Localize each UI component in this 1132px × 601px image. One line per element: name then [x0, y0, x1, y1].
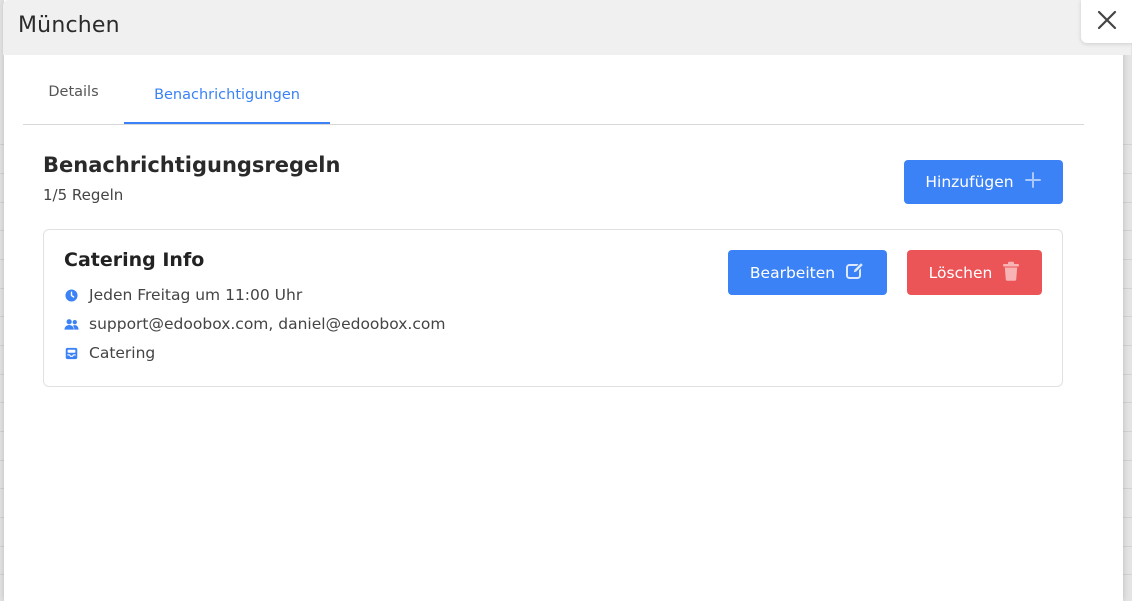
tab-benachrichtigungen[interactable]: Benachrichtigungen	[124, 67, 330, 124]
plus-icon	[1024, 171, 1042, 193]
add-rule-button[interactable]: Hinzufügen	[904, 160, 1063, 204]
add-button-label: Hinzufügen	[925, 173, 1014, 191]
edit-icon	[845, 261, 865, 285]
rule-recipients: support@edoobox.com, daniel@edoobox.com	[89, 315, 446, 333]
delete-rule-button[interactable]: Löschen	[907, 250, 1042, 295]
rule-schedule-row: Jeden Freitag um 11:00 Uhr	[64, 286, 302, 304]
edit-rule-button[interactable]: Bearbeiten	[728, 250, 887, 295]
notification-modal: München Details Benachrichtigungen Benac…	[3, 0, 1131, 601]
tab-bar: Details Benachrichtigungen	[23, 74, 1084, 125]
clock-icon	[64, 288, 79, 303]
close-icon	[1097, 10, 1117, 34]
rule-category-row: Catering	[64, 344, 155, 362]
rule-title: Catering Info	[64, 249, 205, 271]
edit-button-label: Bearbeiten	[749, 263, 836, 282]
inbox-icon	[64, 346, 79, 361]
delete-button-label: Löschen	[928, 263, 993, 282]
section-title: Benachrichtigungsregeln	[43, 153, 341, 177]
rule-category: Catering	[89, 344, 156, 362]
close-button[interactable]	[1081, 0, 1132, 43]
modal-header: München	[3, 0, 1131, 55]
users-icon	[64, 317, 79, 332]
tab-details[interactable]: Details	[23, 67, 124, 116]
rule-recipients-row: support@edoobox.com, daniel@edoobox.com	[64, 315, 445, 333]
rule-schedule: Jeden Freitag um 11:00 Uhr	[89, 286, 303, 304]
trash-icon	[1002, 261, 1020, 285]
rules-count: 1/5 Regeln	[43, 186, 124, 204]
modal-title: München	[18, 13, 120, 38]
